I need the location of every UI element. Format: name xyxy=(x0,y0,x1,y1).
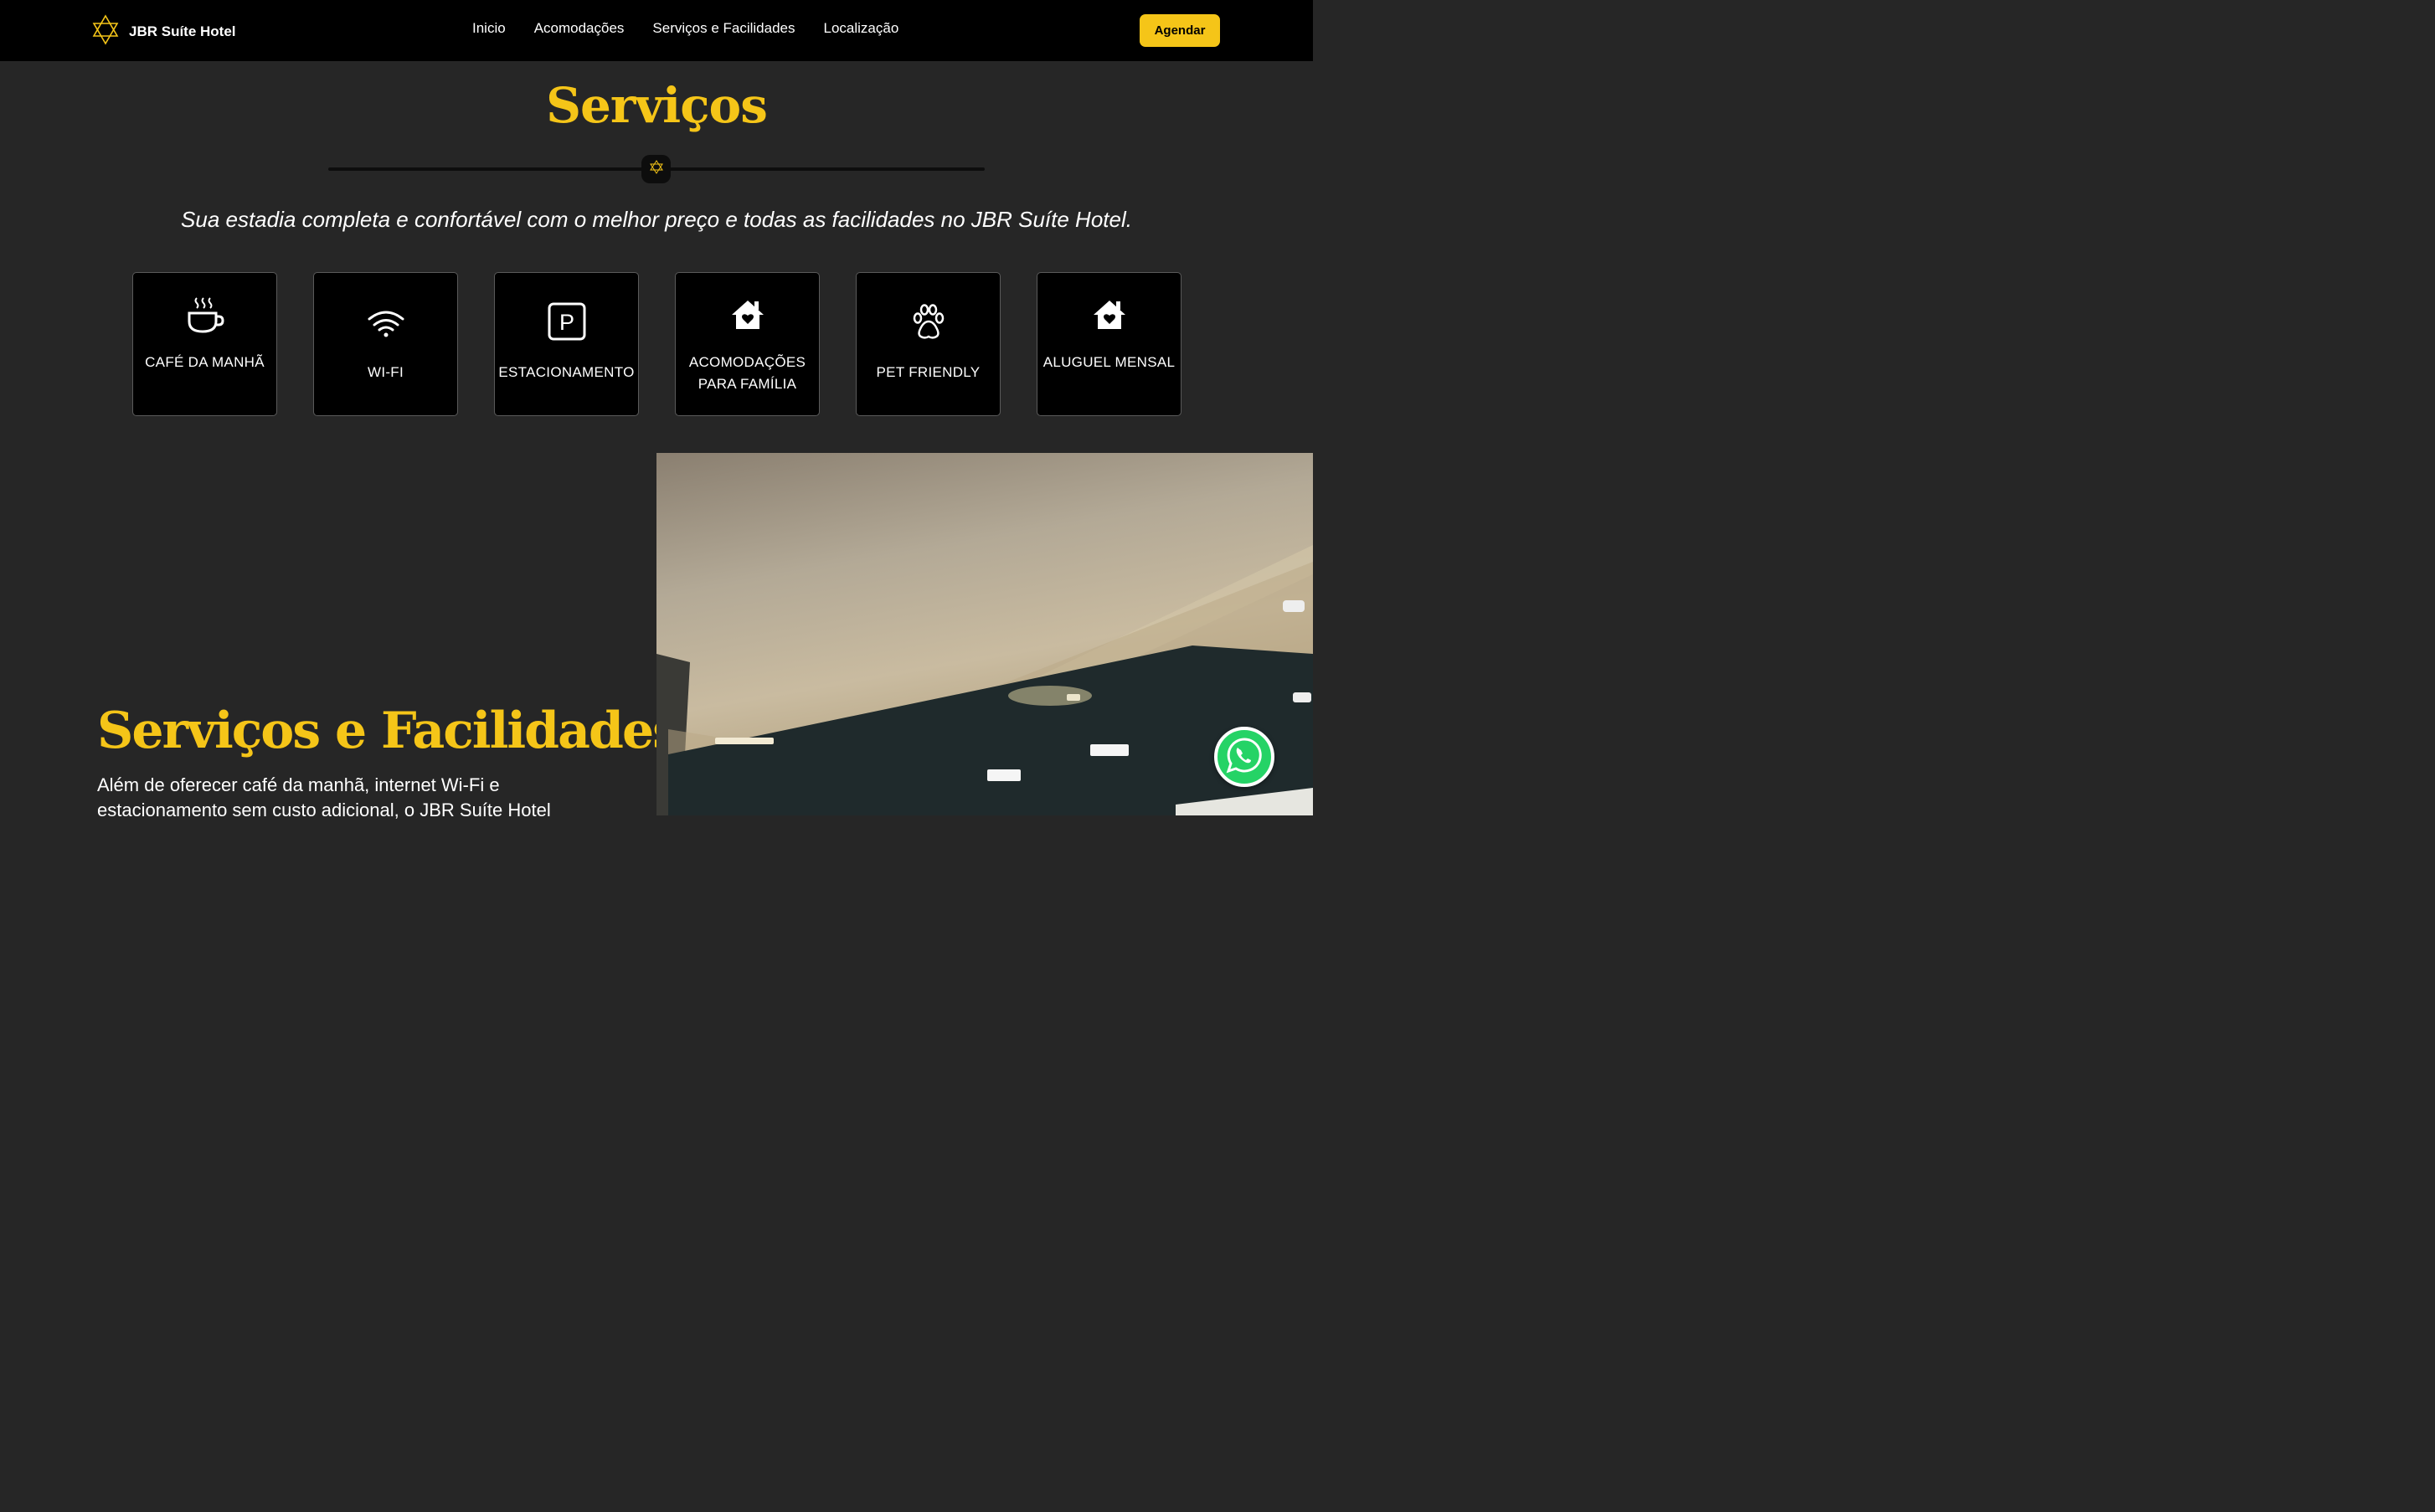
service-card-label: WI-FI xyxy=(367,364,404,380)
house-heart-icon xyxy=(730,293,765,337)
services-tagline: Sua estadia completa e confortável com o… xyxy=(181,207,1132,232)
wifi-icon xyxy=(368,293,404,337)
nav-link-servicos[interactable]: Serviços e Facilidades xyxy=(652,20,795,37)
service-card-cafe: CAFÉ DA MANHÃ xyxy=(132,272,277,416)
services-cards: CAFÉ DA MANHÃ WI-FI P ESTACIONAMENTO ACO… xyxy=(132,272,1181,416)
service-card-label: PET FRIENDLY xyxy=(876,364,981,380)
divider-star-badge xyxy=(641,155,671,183)
services-title: Serviços xyxy=(546,77,768,134)
brand-logo-link[interactable]: JBR Suíte Hotel xyxy=(91,14,236,49)
service-card-familia: ACOMODAÇÕES PARA FAMÍLIA xyxy=(675,272,820,416)
agendar-button[interactable]: Agendar xyxy=(1140,14,1220,47)
svg-text:P: P xyxy=(559,310,574,335)
service-card-aluguel: ALUGUEL MENSAL xyxy=(1037,272,1181,416)
coffee-cup-icon xyxy=(186,293,224,337)
service-card-label: ALUGUEL MENSAL xyxy=(1042,354,1176,370)
house-heart-icon xyxy=(1092,293,1127,337)
main-nav: Inicio Acomodações Serviços e Facilidade… xyxy=(472,20,927,37)
nav-link-acomodacoes[interactable]: Acomodações xyxy=(534,20,625,37)
nav-link-localizacao[interactable]: Localização xyxy=(824,20,899,37)
feature-title: Serviços e Facilidades xyxy=(97,702,681,760)
star-of-david-icon xyxy=(91,14,120,49)
star-of-david-icon xyxy=(649,160,663,178)
whatsapp-float-button[interactable] xyxy=(1214,727,1274,787)
nav-link-inicio[interactable]: Inicio xyxy=(472,20,506,37)
service-card-label: ACOMODAÇÕES PARA FAMÍLIA xyxy=(688,354,806,392)
paw-icon xyxy=(910,293,947,339)
service-card-pet: PET FRIENDLY xyxy=(856,272,1001,416)
feature-text: Além de oferecer café da manhã, internet… xyxy=(97,774,551,820)
parking-icon: P xyxy=(548,293,586,341)
service-card-estacionamento: P ESTACIONAMENTO xyxy=(494,272,639,416)
top-navbar: JBR Suíte Hotel Inicio Acomodações Servi… xyxy=(0,0,1313,61)
brand-name: JBR Suíte Hotel xyxy=(129,23,236,39)
whatsapp-icon xyxy=(1225,736,1264,779)
service-card-label: ESTACIONAMENTO xyxy=(498,364,635,380)
service-card-label: CAFÉ DA MANHÃ xyxy=(145,354,265,370)
service-card-wifi: WI-FI xyxy=(313,272,458,416)
